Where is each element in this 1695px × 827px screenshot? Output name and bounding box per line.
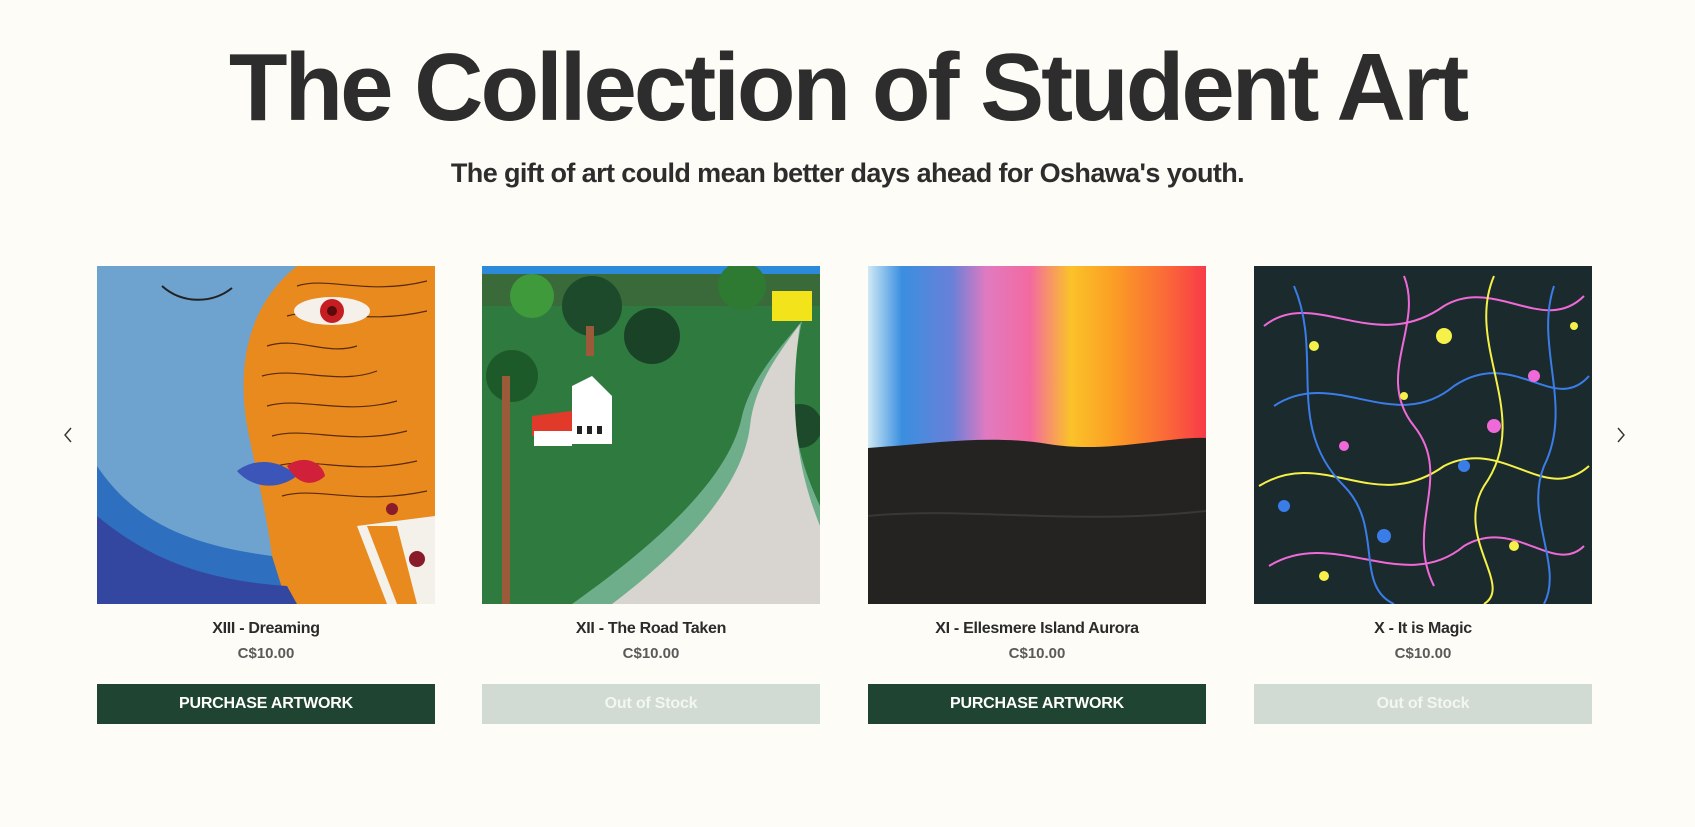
carousel-next-button[interactable] [1609, 420, 1633, 450]
product-name[interactable]: X - It is Magic [1254, 620, 1592, 640]
out-of-stock-button[interactable]: Out of Stock [482, 684, 820, 724]
product-card: XIII - Dreaming C$10.00 PURCHASE ARTWORK [97, 266, 435, 724]
product-card: XII - The Road Taken C$10.00 Out of Stoc… [482, 266, 820, 724]
product-card: X - It is Magic C$10.00 Out of Stock [1254, 266, 1592, 724]
chevron-left-icon [64, 427, 72, 443]
chevron-right-icon [1617, 427, 1625, 443]
product-price: C$10.00 [237, 645, 295, 662]
product-image-dreaming[interactable] [97, 266, 435, 604]
out-of-stock-button[interactable]: Out of Stock [1254, 684, 1592, 724]
product-image-it-is-magic[interactable] [1254, 266, 1592, 604]
page: The Collection of Student Art The gift o… [0, 0, 1695, 827]
page-title: The Collection of Student Art [228, 34, 1469, 141]
product-price: C$10.00 [1394, 645, 1452, 662]
product-card: XI - Ellesmere Island Aurora C$10.00 PUR… [868, 266, 1206, 724]
product-price: C$10.00 [1008, 645, 1066, 662]
carousel-prev-button[interactable] [56, 420, 80, 450]
page-subtitle: The gift of art could mean better days a… [450, 158, 1245, 188]
product-name[interactable]: XI - Ellesmere Island Aurora [868, 620, 1206, 640]
purchase-artwork-button[interactable]: PURCHASE ARTWORK [97, 684, 435, 724]
purchase-artwork-button[interactable]: PURCHASE ARTWORK [868, 684, 1206, 724]
product-name[interactable]: XIII - Dreaming [97, 620, 435, 640]
product-image-ellesmere-island-aurora[interactable] [868, 266, 1206, 604]
product-image-the-road-taken[interactable] [482, 266, 820, 604]
product-name[interactable]: XII - The Road Taken [482, 620, 820, 640]
product-price: C$10.00 [622, 645, 680, 662]
